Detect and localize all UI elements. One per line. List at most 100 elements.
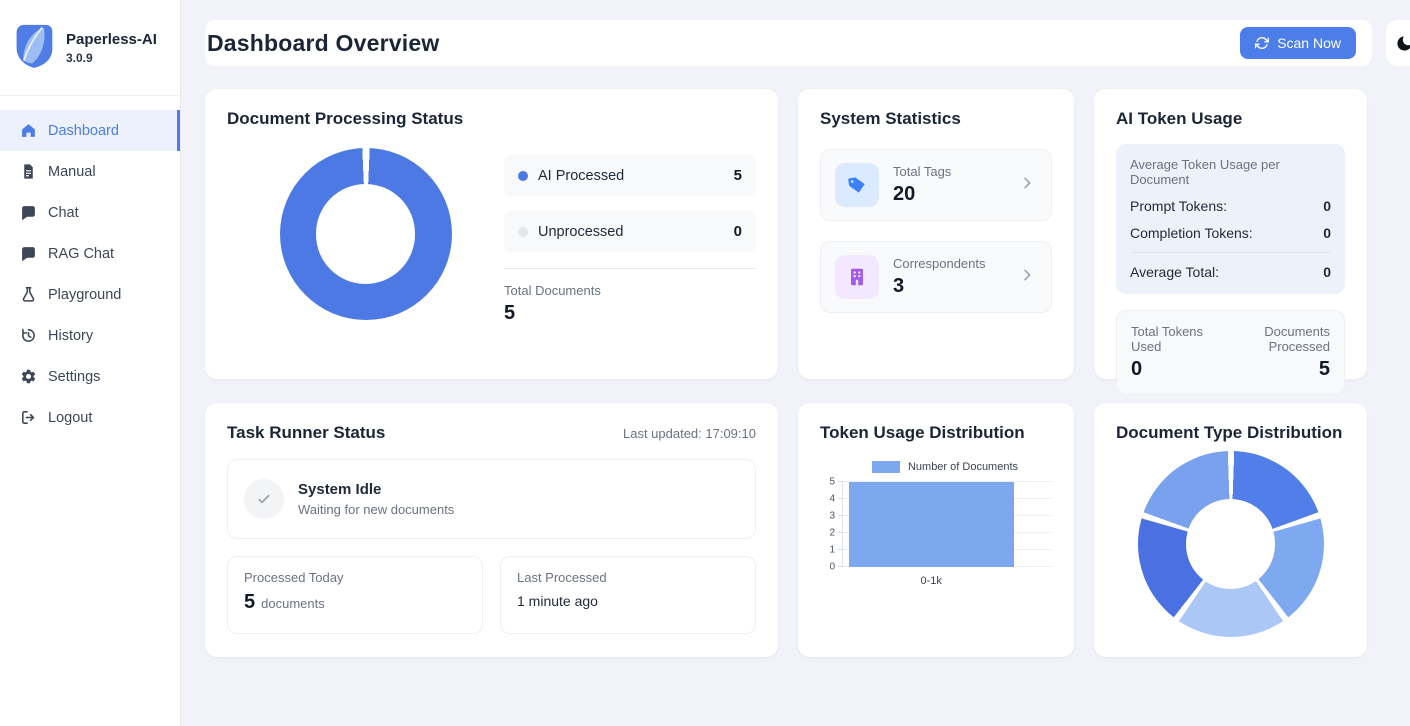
row-label: Completion Tokens: (1130, 225, 1253, 241)
sidebar-item-playground[interactable]: Playground (0, 274, 180, 315)
tick-mark (838, 481, 843, 482)
metric-value: 5 (244, 591, 255, 614)
tag-icon (846, 174, 868, 196)
stat-text: Total Tags 20 (893, 164, 951, 206)
row-value: 0 (1323, 264, 1331, 280)
legend-label: Number of Documents (908, 461, 1018, 473)
app-title-block: Paperless-AI 3.0.9 (66, 31, 157, 65)
col-label: Documents Processed (1220, 324, 1330, 354)
scan-now-button[interactable]: Scan Now (1240, 27, 1356, 59)
processing-legend: AI Processed 5 Unprocessed 0 Total Docum… (504, 143, 756, 325)
legend-swatch (872, 461, 900, 473)
page-title: Dashboard Overview (207, 30, 439, 57)
tag-icon-box (835, 163, 879, 207)
status-text: System Idle Waiting for new documents (298, 481, 454, 517)
header-row: Dashboard Overview Scan Now (205, 20, 1410, 66)
task-runner-card: Task Runner Status Last updated: 17:09:1… (205, 403, 778, 657)
y-tick-label: 3 (829, 511, 835, 522)
legend-dot (518, 227, 528, 237)
chevron-right-icon (1019, 175, 1035, 196)
stat-value: 20 (893, 183, 951, 206)
bar-0-1k (849, 482, 1014, 567)
status-title: System Idle (298, 481, 454, 498)
divider (1130, 252, 1331, 253)
totals-box: Total Tokens Used 0 Documents Processed … (1116, 310, 1345, 395)
paperless-ai-logo-icon (12, 21, 56, 74)
row-value: 0 (1323, 198, 1331, 214)
token-distribution-card: Token Usage Distribution Number of Docum… (798, 403, 1074, 657)
total-documents-value: 5 (504, 302, 756, 325)
sidebar-item-logout[interactable]: Logout (0, 397, 180, 438)
legend-label: AI Processed (538, 168, 724, 184)
scan-now-label: Scan Now (1277, 35, 1341, 51)
dark-mode-toggle[interactable] (1386, 20, 1410, 66)
card-title: System Statistics (820, 109, 1052, 129)
stat-text: Correspondents 3 (893, 256, 986, 298)
system-status-box: System Idle Waiting for new documents (227, 459, 756, 539)
total-tags-row[interactable]: Total Tags 20 (820, 149, 1052, 221)
row-label: Prompt Tokens: (1130, 198, 1227, 214)
tick-mark (838, 532, 843, 533)
system-statistics-card: System Statistics Total Tags 20 Cor (798, 89, 1074, 379)
sidebar-item-label: Playground (48, 287, 121, 303)
last-updated-text: Last updated: 17:09:10 (623, 426, 756, 441)
donut-hole (1186, 499, 1275, 588)
card-title: Token Usage Distribution (820, 423, 1052, 443)
metric-label: Last Processed (517, 570, 739, 585)
card-title: Document Type Distribution (1116, 423, 1345, 443)
bar-plot-row: 012345 (820, 482, 1052, 567)
completion-tokens-row: Completion Tokens: 0 (1130, 225, 1331, 241)
y-tick-label: 2 (829, 528, 835, 539)
y-tick-label: 5 (829, 477, 835, 488)
doc-type-donut-chart (1138, 451, 1324, 637)
sidebar-nav: Dashboard Manual Chat RAG Chat Playgroun… (0, 96, 180, 438)
row-value: 0 (1323, 225, 1331, 241)
last-processed-box: Last Processed 1 minute ago (500, 556, 756, 634)
sidebar-item-label: History (48, 328, 93, 344)
logout-icon (20, 409, 37, 426)
app-name: Paperless-AI (66, 31, 157, 48)
chat-bubble-icon (20, 204, 37, 221)
stat-value: 3 (893, 275, 986, 298)
sidebar-item-history[interactable]: History (0, 315, 180, 356)
y-tick-label: 4 (829, 494, 835, 505)
history-icon (20, 327, 37, 344)
metric-value: 1 minute ago (517, 593, 739, 609)
chat-bubble-icon (20, 245, 37, 262)
check-icon (256, 491, 272, 507)
home-icon (20, 122, 37, 139)
sidebar-item-dashboard[interactable]: Dashboard (0, 110, 180, 151)
correspondents-row[interactable]: Correspondents 3 (820, 241, 1052, 313)
document-processing-card: Document Processing Status AI Processed … (205, 89, 778, 379)
col-label: Total Tokens Used (1131, 324, 1220, 354)
sidebar-item-label: Manual (48, 164, 96, 180)
refresh-icon (1255, 36, 1269, 50)
row-label: Average Total: (1130, 264, 1219, 280)
sidebar: Paperless-AI 3.0.9 Dashboard Manual Chat… (0, 0, 181, 726)
sidebar-item-chat[interactable]: Chat (0, 192, 180, 233)
col-value: 5 (1220, 358, 1330, 381)
sidebar-item-rag-chat[interactable]: RAG Chat (0, 233, 180, 274)
tick-mark (838, 498, 843, 499)
x-tick-label: 0-1k (848, 575, 1014, 587)
moon-icon (1395, 34, 1410, 53)
col-value: 0 (1131, 358, 1220, 381)
processed-today-box: Processed Today 5 documents (227, 556, 483, 634)
sidebar-item-label: Logout (48, 410, 92, 426)
sidebar-item-manual[interactable]: Manual (0, 151, 180, 192)
sidebar-item-settings[interactable]: Settings (0, 356, 180, 397)
document-icon (20, 163, 37, 180)
processing-donut-wrap (227, 143, 504, 325)
app-logo-row: Paperless-AI 3.0.9 (0, 0, 180, 96)
processing-donut-chart (280, 148, 452, 320)
status-circle (244, 479, 284, 519)
donut-hole (316, 184, 416, 284)
task-runner-metrics: Processed Today 5 documents Last Process… (227, 556, 756, 634)
legend-dot (518, 171, 528, 181)
total-tokens-col: Total Tokens Used 0 (1131, 324, 1220, 381)
task-runner-head: Task Runner Status Last updated: 17:09:1… (227, 423, 756, 443)
metric-unit: documents (261, 596, 325, 611)
y-tick-label: 1 (829, 545, 835, 556)
gear-icon (20, 368, 37, 385)
sidebar-item-label: Dashboard (48, 123, 119, 139)
